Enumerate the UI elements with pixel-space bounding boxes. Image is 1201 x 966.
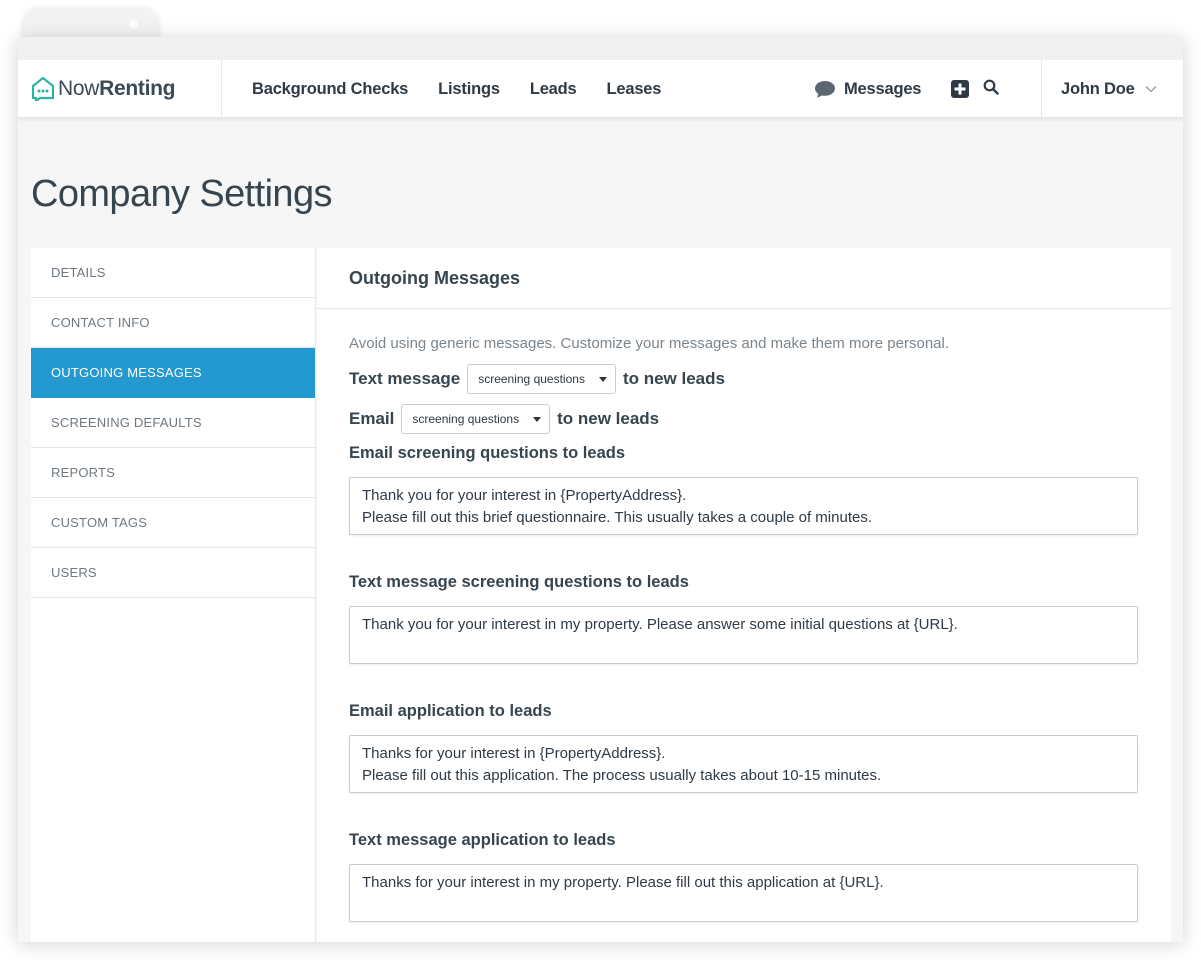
email-application-label: Email application to leads bbox=[349, 702, 552, 720]
text-application-textarea[interactable]: Thanks for your interest in my property.… bbox=[349, 864, 1138, 922]
caret-down-icon bbox=[598, 376, 607, 382]
panel-body: Avoid using generic messages. Customize … bbox=[317, 309, 1171, 922]
app-window: NowRenting Background Checks Listings Le… bbox=[18, 37, 1183, 942]
messages-label: Messages bbox=[844, 79, 922, 98]
text-screening-label: Text message screening questions to lead… bbox=[349, 573, 689, 591]
email-screening-textarea[interactable]: Thank you for your interest in {Property… bbox=[349, 477, 1138, 535]
settings-sidebar: DETAILS CONTACT INFO OUTGOING MESSAGES S… bbox=[31, 248, 316, 942]
page-title: Company Settings bbox=[31, 173, 333, 215]
text-message-row: Text message screening questions to new … bbox=[349, 364, 1139, 394]
text-application-label: Text message application to leads bbox=[349, 831, 616, 849]
sidebar-item-reports[interactable]: REPORTS bbox=[31, 448, 315, 498]
email-application-textarea[interactable]: Thanks for your interest in {PropertyAdd… bbox=[349, 735, 1138, 793]
hint-text: Avoid using generic messages. Customize … bbox=[349, 335, 950, 352]
user-name: John Doe bbox=[1061, 79, 1135, 98]
tab-close-dot[interactable] bbox=[129, 20, 138, 29]
text-message-select-value: screening questions bbox=[478, 372, 585, 386]
panel-title: Outgoing Messages bbox=[349, 267, 521, 288]
email-label: Email bbox=[349, 409, 395, 428]
main-nav: Background Checks Listings Leads Leases bbox=[252, 60, 691, 118]
brand-logo[interactable]: NowRenting bbox=[32, 75, 175, 103]
outgoing-messages-panel: Outgoing Messages Avoid using generic me… bbox=[317, 248, 1171, 942]
caret-down-icon bbox=[533, 416, 542, 422]
sidebar-item-outgoing-messages[interactable]: OUTGOING MESSAGES bbox=[31, 348, 315, 398]
panel-header: Outgoing Messages bbox=[317, 248, 1171, 309]
sidebar-item-custom-tags[interactable]: CUSTOM TAGS bbox=[31, 498, 315, 548]
text-screening-textarea[interactable]: Thank you for your interest in my proper… bbox=[349, 606, 1138, 664]
search-icon[interactable] bbox=[983, 79, 999, 95]
sidebar-item-contact-info[interactable]: CONTACT INFO bbox=[31, 298, 315, 348]
nav-leads[interactable]: Leads bbox=[530, 80, 577, 99]
sidebar-item-details[interactable]: DETAILS bbox=[31, 248, 315, 298]
nav-leases[interactable]: Leases bbox=[607, 80, 662, 99]
nav-divider bbox=[221, 60, 222, 118]
sidebar-item-users[interactable]: USERS bbox=[31, 548, 315, 598]
brand-name-part1: Now bbox=[58, 77, 100, 100]
messages-link[interactable]: Messages bbox=[814, 80, 921, 99]
email-row: Email screening questions to new leads bbox=[349, 404, 1139, 434]
add-plus-icon[interactable] bbox=[951, 80, 970, 98]
brand-name-part2: Renting bbox=[99, 77, 176, 100]
house-chat-logo-icon bbox=[32, 77, 54, 101]
email-screening-label: Email screening questions to leads bbox=[349, 444, 625, 462]
chat-bubble-icon bbox=[815, 80, 835, 98]
nav-divider bbox=[1041, 60, 1042, 118]
top-navbar: NowRenting Background Checks Listings Le… bbox=[18, 60, 1183, 118]
nav-actions: Messages bbox=[814, 60, 999, 118]
browser-chrome bbox=[18, 37, 1183, 60]
text-message-label: Text message bbox=[349, 369, 461, 388]
nav-listings[interactable]: Listings bbox=[438, 80, 500, 99]
text-message-suffix: to new leads bbox=[622, 369, 725, 388]
email-select[interactable]: screening questions bbox=[401, 404, 551, 434]
email-suffix: to new leads bbox=[557, 409, 660, 428]
brand-name: NowRenting bbox=[58, 77, 175, 101]
email-select-value: screening questions bbox=[412, 412, 520, 426]
chevron-down-icon bbox=[1145, 85, 1157, 93]
nav-background-checks[interactable]: Background Checks bbox=[252, 80, 408, 99]
sidebar-item-screening-defaults[interactable]: SCREENING DEFAULTS bbox=[31, 398, 315, 448]
text-message-select[interactable]: screening questions bbox=[467, 364, 616, 394]
user-menu[interactable]: John Doe bbox=[1061, 60, 1157, 118]
